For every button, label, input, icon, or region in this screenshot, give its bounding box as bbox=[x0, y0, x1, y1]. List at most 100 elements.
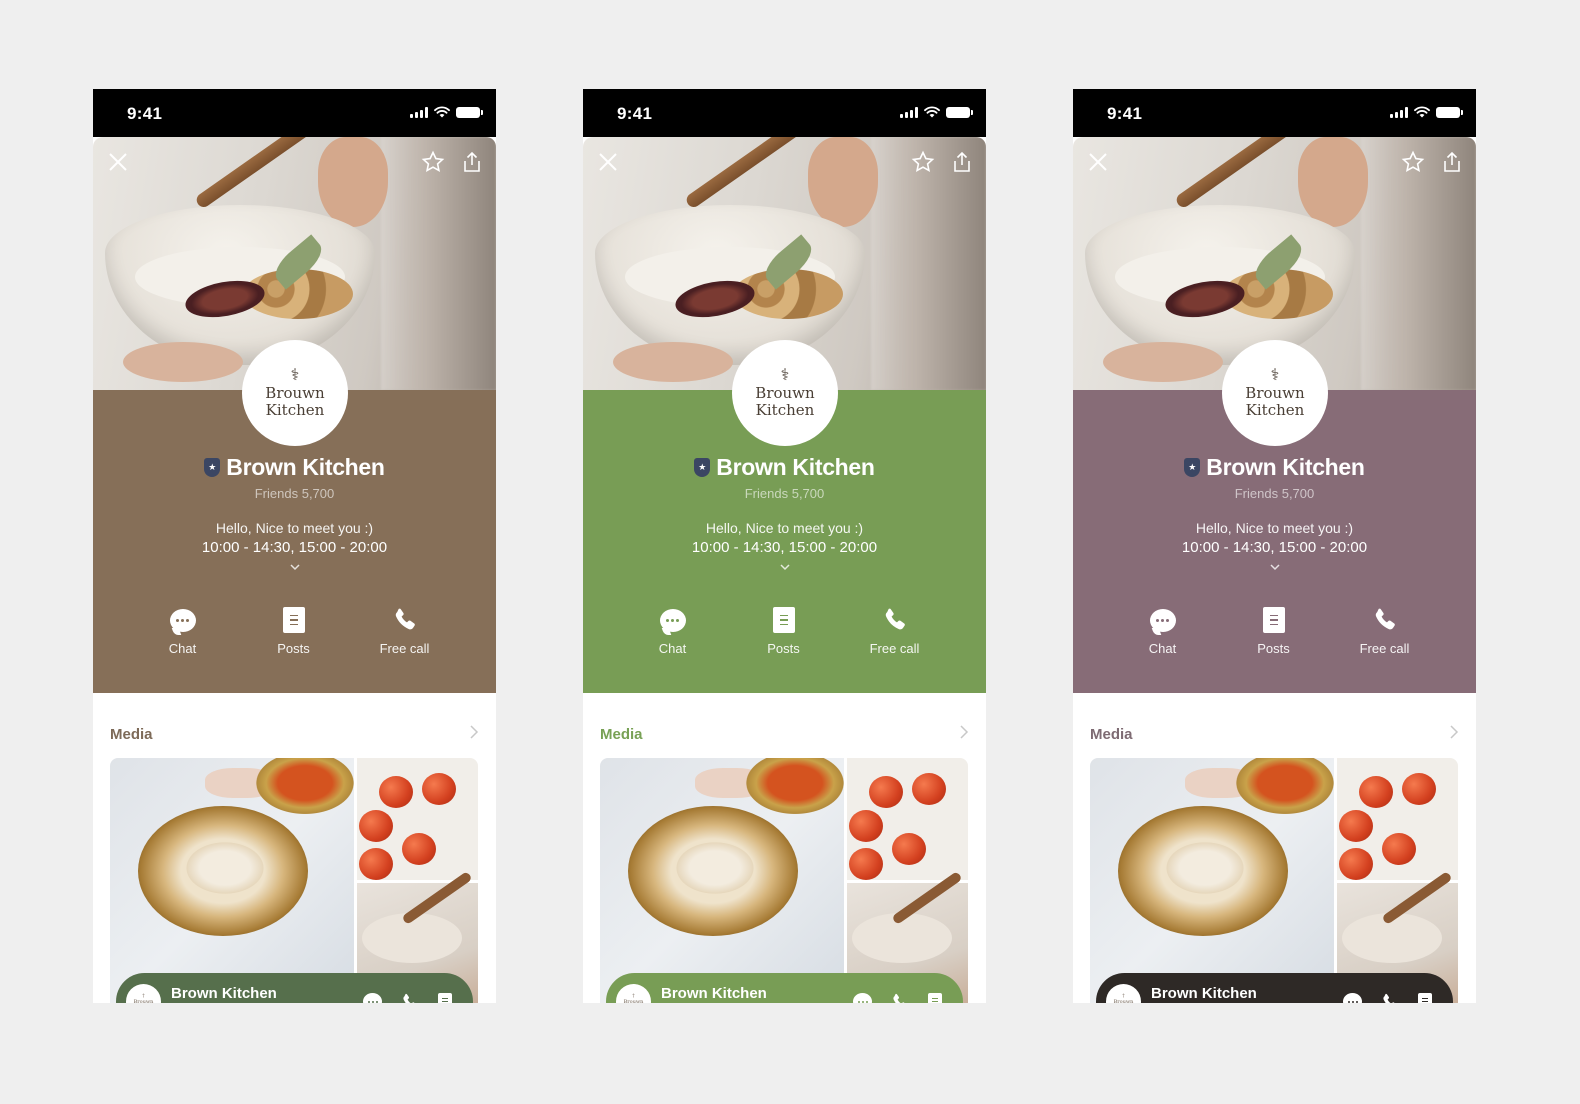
mini-logo-avatar: †BrouwnKitchen bbox=[1106, 984, 1141, 1003]
free-call-action-button[interactable]: Free call bbox=[839, 606, 950, 656]
mini-account-name: Brown Kitchen bbox=[1151, 984, 1257, 1002]
free-call-action-button[interactable]: Free call bbox=[1329, 606, 1440, 656]
floating-account-bar[interactable]: †BrouwnKitchen Brown Kitchen Friend 5,70… bbox=[116, 973, 473, 1003]
mini-logo-avatar: †BrouwnKitchen bbox=[126, 984, 161, 1003]
mini-logo-avatar: †BrouwnKitchen bbox=[616, 984, 651, 1003]
friends-count[interactable]: Friends 5,700 bbox=[93, 486, 496, 501]
chat-bubble-icon bbox=[1149, 608, 1176, 632]
floating-account-bar[interactable]: †BrouwnKitchen Brown Kitchen Friend 5,70… bbox=[1096, 973, 1453, 1003]
battery-icon bbox=[1436, 106, 1463, 118]
mini-posts-button[interactable] bbox=[928, 992, 942, 1003]
wifi-icon bbox=[434, 106, 450, 118]
friends-count[interactable]: Friends 5,700 bbox=[583, 486, 986, 501]
favorite-button[interactable] bbox=[420, 149, 446, 175]
media-thumbnail-dumplings[interactable] bbox=[1090, 758, 1340, 1003]
phone-icon bbox=[395, 608, 415, 630]
media-thumbnail-dumplings[interactable] bbox=[600, 758, 850, 1003]
chat-action-button[interactable]: Chat bbox=[1107, 606, 1218, 656]
star-icon bbox=[421, 150, 445, 173]
media-grid bbox=[1090, 758, 1458, 1003]
chevron-right-icon[interactable] bbox=[1449, 725, 1459, 744]
mini-posts-button[interactable] bbox=[1418, 992, 1432, 1003]
status-bar: 9:41 bbox=[583, 89, 986, 137]
mini-chat-button[interactable] bbox=[853, 993, 872, 1003]
account-name: Brown Kitchen bbox=[716, 454, 875, 480]
share-button[interactable] bbox=[1439, 149, 1465, 175]
wifi-icon bbox=[924, 106, 940, 118]
phone-screen-mauve: 9:41 ★ Brown Kitchen Friends 5,700 Hello… bbox=[1073, 89, 1476, 1003]
expand-chevron-icon[interactable] bbox=[1269, 559, 1281, 571]
mini-chat-button[interactable] bbox=[1343, 993, 1362, 1003]
document-icon bbox=[282, 607, 305, 633]
business-hours: 10:00 - 14:30, 15:00 - 20:00 bbox=[691, 539, 878, 556]
floating-account-bar[interactable]: †BrouwnKitchen Brown Kitchen Friend 5,70… bbox=[606, 973, 963, 1003]
phone-icon bbox=[885, 608, 905, 630]
close-button[interactable] bbox=[595, 149, 621, 175]
chat-action-button[interactable]: Chat bbox=[617, 606, 728, 656]
free-call-action-button[interactable]: Free call bbox=[349, 606, 460, 656]
sprig-icon: ⚕ bbox=[780, 365, 790, 384]
status-message: Hello, Nice to meet you :) bbox=[705, 520, 864, 536]
media-thumbnail-tomatoes[interactable] bbox=[357, 758, 478, 880]
mini-posts-button[interactable] bbox=[438, 992, 452, 1003]
mini-chat-button[interactable] bbox=[363, 993, 382, 1003]
share-icon bbox=[954, 151, 970, 172]
chat-bubble-icon bbox=[659, 608, 686, 632]
mini-account-name: Brown Kitchen bbox=[661, 984, 767, 1002]
media-section-header[interactable]: Media bbox=[600, 725, 969, 744]
wifi-icon bbox=[1414, 106, 1430, 118]
posts-action-button[interactable]: Posts bbox=[728, 606, 839, 656]
friends-count[interactable]: Friends 5,700 bbox=[1073, 486, 1476, 501]
sprig-icon: ⚕ bbox=[1270, 365, 1280, 384]
account-name: Brown Kitchen bbox=[226, 454, 385, 480]
verified-badge-icon: ★ bbox=[1184, 458, 1201, 477]
media-thumbnail-tomatoes[interactable] bbox=[1337, 758, 1458, 880]
verified-badge-icon: ★ bbox=[694, 458, 711, 477]
media-grid bbox=[110, 758, 478, 1003]
expand-chevron-icon[interactable] bbox=[779, 559, 791, 571]
status-message: Hello, Nice to meet you :) bbox=[215, 520, 374, 536]
close-icon bbox=[1089, 153, 1107, 171]
posts-action-button[interactable]: Posts bbox=[238, 606, 349, 656]
posts-action-button[interactable]: Posts bbox=[1218, 606, 1329, 656]
account-name: Brown Kitchen bbox=[1206, 454, 1365, 480]
battery-icon bbox=[456, 106, 483, 118]
mini-phone-button[interactable] bbox=[1380, 992, 1400, 1004]
star-icon bbox=[1401, 150, 1425, 173]
profile-logo-avatar[interactable]: ⚕ Brouwn Kitchen bbox=[1222, 340, 1328, 446]
chevron-right-icon[interactable] bbox=[469, 725, 479, 744]
chat-bubble-icon bbox=[169, 608, 196, 632]
media-title: Media bbox=[600, 726, 643, 743]
media-title: Media bbox=[110, 726, 153, 743]
chevron-right-icon[interactable] bbox=[959, 725, 969, 744]
media-section-header[interactable]: Media bbox=[1090, 725, 1459, 744]
cellular-signal-icon bbox=[410, 106, 428, 118]
mini-phone-button[interactable] bbox=[890, 992, 910, 1004]
chat-action-button[interactable]: Chat bbox=[127, 606, 238, 656]
close-button[interactable] bbox=[105, 149, 131, 175]
status-bar: 9:41 bbox=[1073, 89, 1476, 137]
business-hours: 10:00 - 14:30, 15:00 - 20:00 bbox=[201, 539, 388, 556]
share-button[interactable] bbox=[459, 149, 485, 175]
favorite-button[interactable] bbox=[1400, 149, 1426, 175]
phone-screen-green: 9:41 ★ Brown Kitchen Friends 5,700 Hello… bbox=[583, 89, 986, 1003]
battery-icon bbox=[946, 106, 973, 118]
media-thumbnail-dumplings[interactable] bbox=[110, 758, 360, 1003]
status-time: 9:41 bbox=[127, 104, 163, 123]
media-section-header[interactable]: Media bbox=[110, 725, 479, 744]
mini-account-name: Brown Kitchen bbox=[171, 984, 277, 1002]
profile-logo-avatar[interactable]: ⚕ Brouwn Kitchen bbox=[732, 340, 838, 446]
favorite-button[interactable] bbox=[910, 149, 936, 175]
document-icon bbox=[1262, 607, 1285, 633]
profile-logo-avatar[interactable]: ⚕ Brouwn Kitchen bbox=[242, 340, 348, 446]
document-icon bbox=[772, 607, 795, 633]
expand-chevron-icon[interactable] bbox=[289, 559, 301, 571]
sprig-icon: ⚕ bbox=[290, 365, 300, 384]
phone-icon bbox=[1375, 608, 1395, 630]
share-button[interactable] bbox=[949, 149, 975, 175]
status-bar: 9:41 bbox=[93, 89, 496, 137]
media-thumbnail-tomatoes[interactable] bbox=[847, 758, 968, 880]
mini-phone-button[interactable] bbox=[400, 992, 420, 1004]
close-icon bbox=[109, 153, 127, 171]
close-button[interactable] bbox=[1085, 149, 1111, 175]
